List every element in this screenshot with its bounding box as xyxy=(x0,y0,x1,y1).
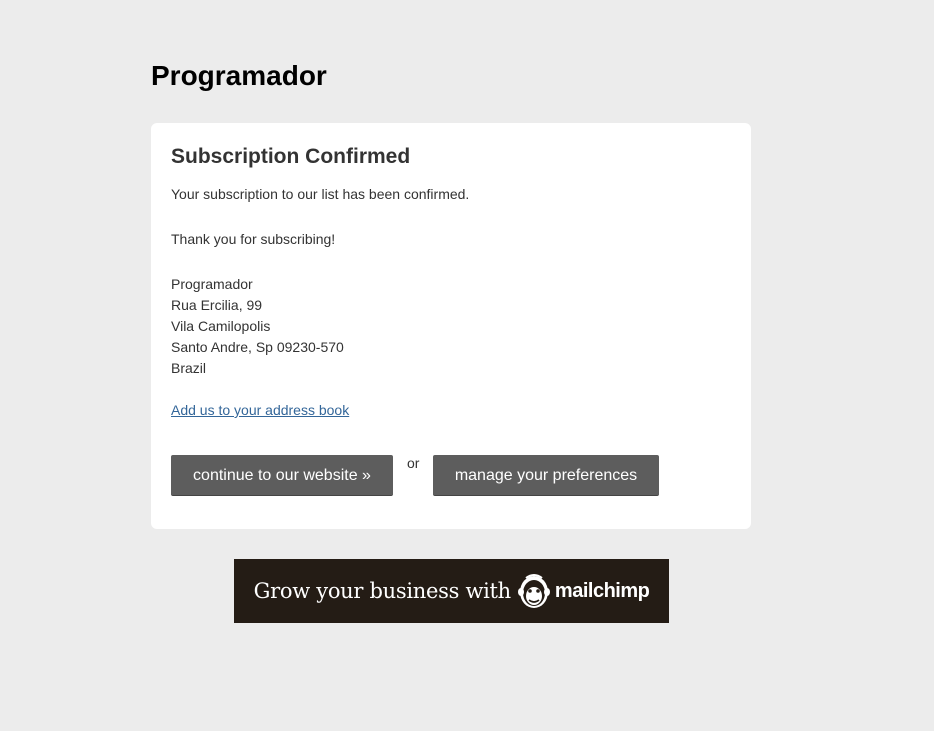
banner-text: Grow your business with xyxy=(253,579,512,603)
manage-preferences-button[interactable]: manage your preferences xyxy=(433,455,659,496)
page: Programador Subscription Confirmed Your … xyxy=(0,0,934,731)
address-city: Santo Andre, Sp 09230-570 xyxy=(171,339,344,355)
page-title: Programador xyxy=(151,60,327,91)
postal-address: Programador Rua Ercilia, 99 Vila Camilop… xyxy=(171,274,344,379)
address-country: Brazil xyxy=(171,360,207,376)
mailchimp-banner[interactable]: Grow your business with mailchimp xyxy=(234,559,669,623)
add-to-address-book-link[interactable]: Add us to your address book xyxy=(171,402,349,418)
confirmation-message: Your subscription to our list has been c… xyxy=(171,186,470,202)
mailchimp-wordmark: mailchimp xyxy=(554,579,650,602)
address-name: Programador xyxy=(171,276,253,292)
thanks-message: Thank you for subscribing! xyxy=(171,231,336,247)
confirmation-card: Subscription Confirmed Your subscription… xyxy=(151,123,751,529)
mailchimp-freddie-icon xyxy=(517,572,551,610)
or-separator: or xyxy=(407,455,420,471)
continue-to-website-button[interactable]: continue to our website » xyxy=(171,455,393,496)
card-title: Subscription Confirmed xyxy=(171,145,411,168)
address-street: Rua Ercilia, 99 xyxy=(171,297,263,313)
address-district: Vila Camilopolis xyxy=(171,318,271,334)
